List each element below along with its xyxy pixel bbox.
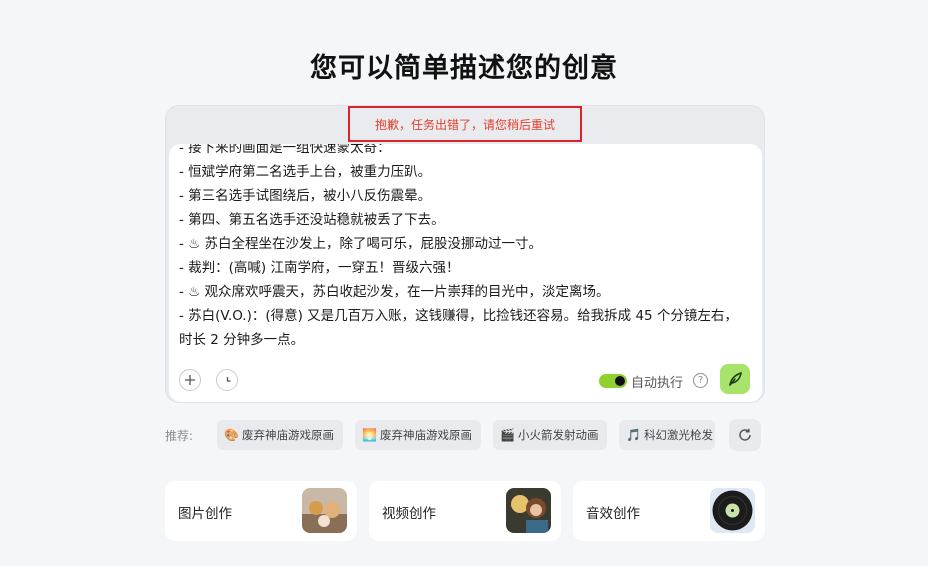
refresh-suggestions-button[interactable]	[729, 419, 761, 451]
prompt-line: - 接下来的画面是一组快速蒙太奇：	[179, 144, 391, 156]
error-message: 抱歉，任务出错了，请您稍后重试	[348, 106, 582, 142]
palette-icon: 🎨	[224, 428, 239, 442]
prompt-line: - 恒斌学府第二名选手上台，被重力压趴。	[179, 164, 432, 180]
suggestion-chip[interactable]: 🎨 废弃神庙游戏原画	[217, 420, 343, 450]
suggestion-chip[interactable]: 🎬 小火箭发射动画	[493, 420, 607, 450]
video-creation-thumbnail	[506, 488, 551, 533]
audio-creation-thumbnail	[710, 488, 755, 533]
auto-exec-label: 自动执行	[631, 376, 684, 391]
help-icon[interactable]: ?	[693, 373, 708, 388]
card-label: 音效创作	[586, 506, 640, 522]
prompt-line: - ♨ 观众席欢呼震天，苏白收起沙发，在一片崇拜的目光中，淡定离场。	[179, 284, 610, 300]
prompt-line: - 苏白(V.O.)：(得意) 又是几百万入账，这钱赚得，比捡钱还容易。给我拆成…	[179, 308, 738, 348]
auto-exec-toggle[interactable]	[599, 374, 627, 388]
prompt-textarea[interactable]: - 接下来的画面是一组快速蒙太奇： - 恒斌学府第二名选手上台，被重力压趴。 -…	[179, 144, 744, 358]
clapperboard-icon: 🎬	[500, 428, 515, 442]
clock-icon	[226, 376, 230, 382]
image-creation-thumbnail	[302, 488, 347, 533]
page-title: 您可以简单描述您的创意	[310, 53, 618, 84]
card-label: 图片创作	[178, 506, 232, 522]
suggestion-chip-label: 废弃神庙游戏原画	[241, 428, 334, 442]
refresh-icon	[739, 428, 751, 441]
suggestion-chip-label: 废弃神庙游戏原画	[379, 428, 472, 442]
suggestion-chip-label: 小火箭发射动画	[517, 428, 599, 442]
prompt-line: - 第三名选手试图绕后，被小八反伤震晕。	[179, 188, 432, 204]
plus-icon	[185, 375, 195, 385]
suggestions-label: 推荐:	[165, 429, 194, 443]
leaf-icon	[729, 371, 742, 386]
suggestion-chip[interactable]: 🎵 科幻激光枪发	[619, 420, 715, 450]
prompt-line: - ♨ 苏白全程坐在沙发上，除了喝可乐，屁股没挪动过一寸。	[179, 236, 543, 252]
audio-creation-card[interactable]: 音效创作	[573, 481, 765, 541]
prompt-line: - 裁判：(高喊) 江南学府，一穿五！晋级六强！	[179, 260, 460, 276]
add-attachment-button[interactable]	[179, 369, 201, 391]
prompt-editor[interactable]: - 接下来的画面是一组快速蒙太奇： - 恒斌学府第二名选手上台，被重力压趴。 -…	[169, 144, 762, 402]
card-label: 视频创作	[382, 506, 436, 522]
sunset-icon: 🌅	[362, 428, 377, 442]
generate-button[interactable]	[720, 364, 750, 394]
toggle-knob	[615, 376, 625, 386]
history-button[interactable]	[216, 369, 238, 391]
music-note-icon: 🎵	[626, 428, 641, 442]
suggestion-chip-label: 科幻激光枪发	[643, 428, 713, 442]
suggestion-chip[interactable]: 🌅 废弃神庙游戏原画	[355, 420, 481, 450]
video-creation-card[interactable]: 视频创作	[369, 481, 561, 541]
image-creation-card[interactable]: 图片创作	[165, 481, 357, 541]
prompt-line: - 第四、第五名选手还没站稳就被丢了下去。	[179, 212, 445, 228]
